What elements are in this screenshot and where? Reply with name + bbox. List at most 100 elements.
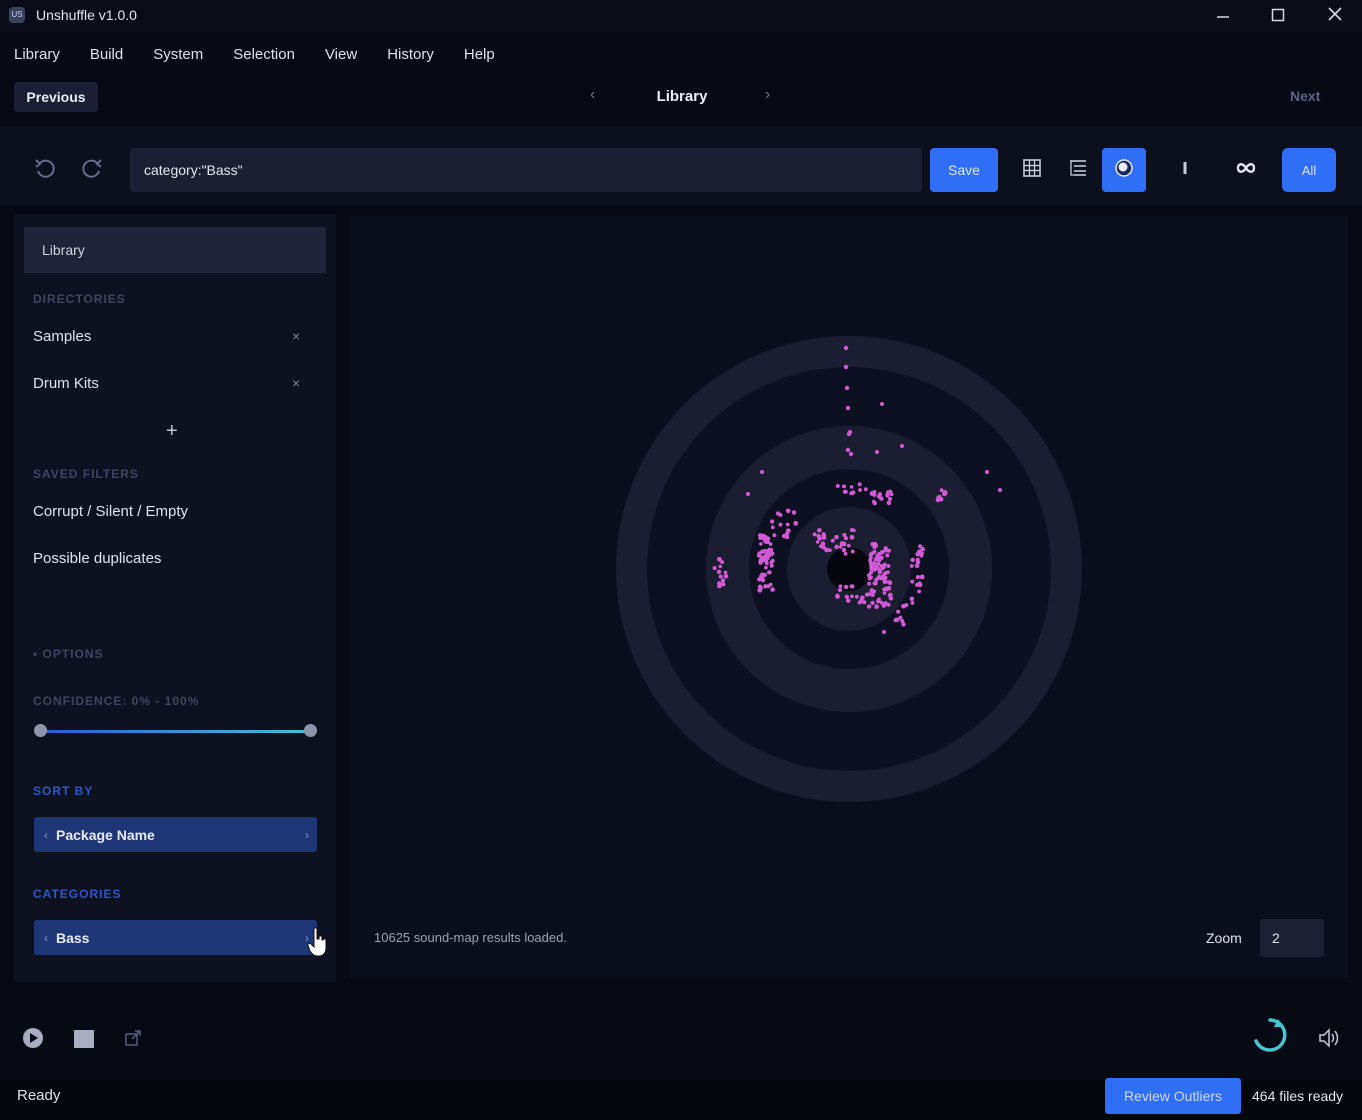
sound-map-point: [875, 561, 881, 567]
sound-map-point: [720, 560, 725, 565]
chevron-left-icon[interactable]: ‹: [34, 828, 56, 842]
zoom-input[interactable]: [1260, 919, 1324, 957]
menu-history[interactable]: History: [387, 46, 434, 63]
confidence-slider-track[interactable]: [40, 730, 311, 733]
sound-map-point: [846, 598, 851, 603]
menu-bar: Library Build System Selection View Hist…: [0, 36, 511, 72]
sound-map-point: [985, 470, 989, 474]
view-infinity-button[interactable]: [1224, 148, 1268, 192]
sound-map-point: [770, 525, 775, 530]
sound-map-point: [821, 532, 826, 536]
menu-view[interactable]: View: [325, 46, 357, 63]
sound-map-icon: [1114, 158, 1134, 183]
saved-filter-corrupt-silent-empty[interactable]: Corrupt / Silent / Empty: [33, 503, 188, 520]
play-button[interactable]: [22, 1027, 44, 1054]
menu-build[interactable]: Build: [90, 46, 123, 63]
sound-map-point: [838, 584, 843, 589]
directory-item-drum-kits[interactable]: Drum Kits: [33, 375, 99, 392]
add-directory-button[interactable]: +: [166, 420, 178, 443]
remove-directory-drum-kits-button[interactable]: ×: [292, 375, 300, 391]
nav-back-arrow-icon[interactable]: ‹: [590, 86, 595, 104]
sound-map-point: [845, 447, 851, 453]
sound-map-point: [772, 533, 777, 538]
sound-map-point: [900, 444, 904, 448]
save-button[interactable]: Save: [930, 148, 998, 192]
review-outliers-button[interactable]: Review Outliers: [1105, 1078, 1241, 1114]
export-button[interactable]: [124, 1029, 142, 1052]
minimize-button[interactable]: [1198, 2, 1248, 30]
sound-map-point: [837, 587, 843, 593]
sound-map-point: [877, 570, 883, 575]
options-section-toggle[interactable]: • OPTIONS: [33, 647, 104, 661]
next-button[interactable]: Next: [1290, 88, 1320, 104]
sound-map-point: [791, 510, 797, 515]
sound-map-point: [850, 549, 855, 554]
sound-map-point: [918, 544, 923, 549]
view-grid-button[interactable]: [1010, 148, 1054, 192]
confidence-label: CONFIDENCE: 0% - 100%: [33, 694, 200, 708]
confidence-slider-min-handle[interactable]: [34, 724, 47, 737]
view-bar-button[interactable]: [1163, 148, 1207, 192]
menu-help[interactable]: Help: [464, 46, 495, 63]
confidence-slider-max-handle[interactable]: [304, 724, 317, 737]
sound-map-point: [835, 484, 840, 488]
sidebar-header-library[interactable]: Library: [24, 227, 326, 273]
redo-button[interactable]: [77, 157, 107, 187]
sound-map-point: [768, 582, 773, 587]
saved-filter-possible-duplicates[interactable]: Possible duplicates: [33, 550, 161, 567]
sound-map-point: [883, 546, 888, 551]
remove-directory-samples-button[interactable]: ×: [292, 328, 300, 344]
undo-icon: [33, 157, 57, 187]
directory-item-samples[interactable]: Samples: [33, 328, 91, 345]
maximize-button[interactable]: [1253, 2, 1303, 30]
close-button[interactable]: [1310, 2, 1360, 30]
category-value: Bass: [56, 929, 90, 946]
stop-button[interactable]: [73, 1029, 95, 1054]
sound-map-point: [868, 558, 873, 563]
sound-map-point: [767, 570, 771, 575]
search-query-input[interactable]: [130, 148, 922, 192]
sound-map-point: [877, 551, 882, 557]
menu-library[interactable]: Library: [14, 46, 60, 63]
sound-map-point: [817, 536, 822, 541]
sound-map-point: [843, 584, 849, 590]
view-tree-list-button[interactable]: [1056, 148, 1100, 192]
sound-map-point: [886, 564, 891, 568]
previous-button[interactable]: Previous: [14, 82, 98, 112]
chevron-right-icon[interactable]: ›: [305, 828, 317, 842]
nav-forward-arrow-icon[interactable]: ›: [765, 86, 770, 104]
close-icon: [1327, 6, 1343, 27]
play-icon: [22, 1028, 44, 1053]
sound-map-point: [844, 594, 849, 599]
sound-map-point: [845, 405, 851, 411]
tree-list-icon: [1068, 159, 1088, 182]
sound-map-point: [764, 565, 768, 570]
sort-by-selector[interactable]: ‹ Package Name ›: [34, 817, 317, 852]
sound-map-point: [843, 364, 849, 370]
sound-map-point: [896, 609, 901, 614]
sound-map-point: [812, 532, 817, 537]
sound-map-point: [756, 553, 762, 558]
view-sound-map-button[interactable]: [1102, 148, 1146, 192]
menu-system[interactable]: System: [153, 46, 203, 63]
sound-map-point: [879, 600, 884, 605]
sound-map-point: [915, 551, 921, 557]
chevron-left-icon[interactable]: ‹: [34, 931, 56, 945]
grid-icon: [1023, 158, 1041, 182]
sound-map-point: [758, 585, 763, 591]
sound-map-canvas[interactable]: [612, 332, 1086, 806]
sound-map-point: [867, 581, 871, 586]
sound-map-point: [854, 594, 859, 599]
category-selector[interactable]: ‹ Bass ›: [34, 920, 317, 955]
all-button[interactable]: All: [1282, 148, 1336, 192]
sound-map-point: [877, 597, 881, 602]
sound-map-point: [757, 577, 762, 582]
sound-map-point: [759, 549, 765, 555]
sound-map-point: [769, 563, 774, 568]
menu-selection[interactable]: Selection: [233, 46, 295, 63]
zoom-label: Zoom: [1206, 930, 1242, 946]
volume-button[interactable]: [1318, 1028, 1340, 1053]
undo-button[interactable]: [30, 157, 60, 187]
sound-map-point: [819, 544, 823, 549]
sound-map-point: [761, 533, 766, 538]
